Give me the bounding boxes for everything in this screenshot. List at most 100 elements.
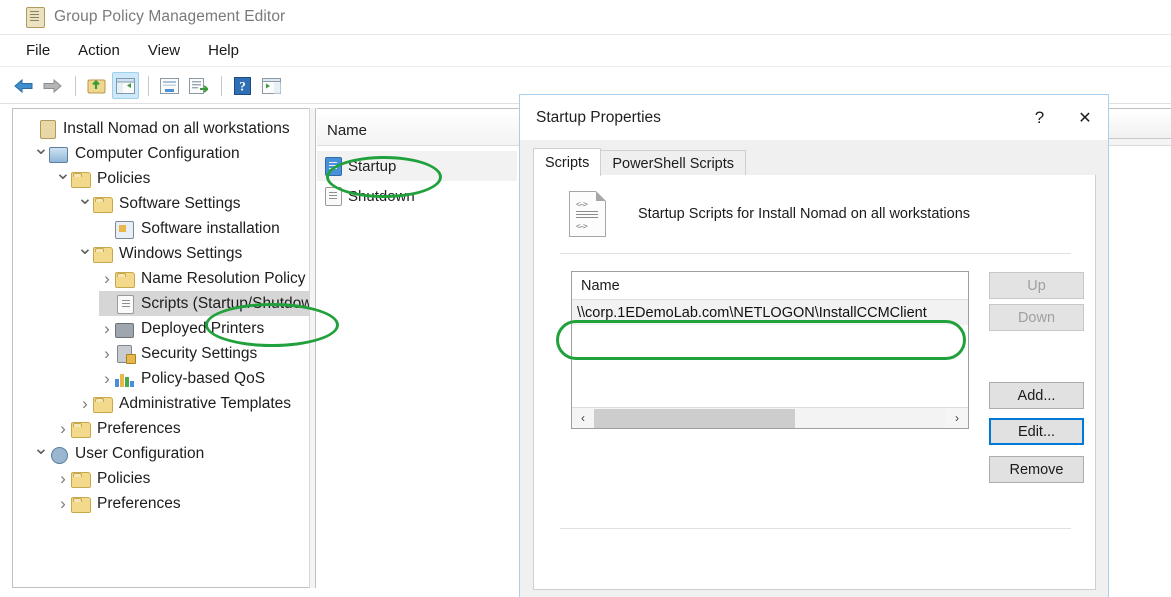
tree-item-software-installation[interactable]: Software installation	[99, 216, 280, 241]
dialog-header-text: Startup Scripts for Install Nomad on all…	[638, 206, 971, 222]
tree-item-software-settings[interactable]: Software Settings	[77, 191, 240, 216]
bar-chart-icon	[115, 370, 136, 388]
tree-item-label: Computer Configuration	[75, 144, 240, 162]
scroll-right-icon[interactable]: ›	[946, 411, 968, 425]
tree-item-policies-user[interactable]: Policies	[55, 466, 150, 491]
background-list-header-strip	[1109, 114, 1171, 139]
menu-help[interactable]: Help	[208, 42, 239, 59]
dialog-header-area: <--> <--> Startup Scripts for Install No…	[534, 175, 1095, 252]
script-lines-glyph	[576, 211, 598, 212]
computer-icon	[49, 145, 70, 163]
console-tree-pane[interactable]: Install Nomad on all workstations Comput…	[12, 108, 315, 588]
up-one-level-icon[interactable]	[83, 72, 110, 99]
header-divider	[560, 253, 1071, 254]
button-label: Add...	[1017, 387, 1056, 404]
chevron-right-icon[interactable]	[99, 269, 115, 289]
folder-icon	[93, 195, 114, 213]
scroll-left-icon[interactable]: ‹	[572, 411, 594, 425]
list-column-name[interactable]: Name	[317, 122, 367, 139]
tab-label: Scripts	[545, 154, 590, 171]
chevron-right-icon[interactable]	[99, 319, 115, 339]
script-document-icon: <--> <-->	[569, 191, 606, 237]
scrollbar-track[interactable]	[594, 408, 946, 428]
scripts-listbox[interactable]: Name \\corp.1EDemoLab.com\NETLOGON\Insta…	[571, 271, 969, 429]
policy-scroll-icon	[26, 6, 45, 28]
tree-item-windows-settings[interactable]: Windows Settings	[77, 241, 242, 266]
chevron-right-icon[interactable]	[55, 419, 71, 439]
chevron-right-icon[interactable]	[55, 494, 71, 514]
export-list-icon[interactable]	[185, 72, 212, 99]
up-button[interactable]: Up	[989, 272, 1084, 299]
scripts-icon	[115, 294, 136, 314]
chevron-down-icon[interactable]	[55, 167, 71, 190]
dialog-titlebar-buttons: ? ✕	[1017, 95, 1108, 140]
down-button[interactable]: Down	[989, 304, 1084, 331]
shutdown-script-icon	[325, 186, 342, 206]
tree-item-label: Deployed Printers	[141, 319, 265, 337]
folder-icon	[71, 170, 92, 188]
screenshot-root: Group Policy Management Editor File Acti…	[0, 0, 1171, 597]
tree-item-label: Policy-based QoS	[141, 369, 266, 387]
tree-item-user-configuration[interactable]: User Configuration	[33, 441, 204, 466]
remove-button[interactable]: Remove	[989, 456, 1084, 483]
tree-item-label: Preferences	[97, 419, 181, 437]
list-item-startup[interactable]: Startup	[317, 151, 517, 181]
tree-item-preferences-computer[interactable]: Preferences	[55, 416, 181, 441]
help-icon[interactable]: ?	[229, 72, 256, 99]
tree-item-install-nomad-on-all-workstations[interactable]: Install Nomad on all workstations	[21, 116, 290, 141]
tree-item-scripts-startup-shutdown[interactable]: Scripts (Startup/Shutdown)	[99, 291, 315, 316]
button-label: Remove	[1009, 461, 1064, 478]
tree-item-administrative-templates[interactable]: Administrative Templates	[77, 391, 291, 416]
chevron-down-icon[interactable]	[33, 142, 49, 165]
chevron-right-icon[interactable]	[99, 369, 115, 389]
close-icon[interactable]: ✕	[1062, 95, 1108, 140]
chevron-down-icon[interactable]	[77, 242, 93, 265]
startup-properties-dialog: Startup Properties ? ✕ Scripts PowerShel…	[519, 94, 1109, 597]
script-path-text: \\corp.1EDemoLab.com\NETLOGON\InstallCCM…	[577, 304, 927, 321]
show-hide-action-pane-icon[interactable]	[258, 72, 285, 99]
menu-action[interactable]: Action	[78, 42, 120, 59]
tree-pane-splitter[interactable]	[309, 108, 316, 588]
tree-item-name-resolution-policy[interactable]: Name Resolution Policy	[99, 266, 306, 291]
help-icon[interactable]: ?	[1017, 95, 1062, 140]
security-lock-icon	[115, 344, 136, 364]
folder-icon	[93, 395, 114, 413]
chevron-down-icon[interactable]	[33, 442, 49, 465]
show-hide-console-tree-icon[interactable]	[112, 72, 139, 99]
tree-item-label: Administrative Templates	[119, 394, 292, 412]
listbox-item-script-path[interactable]: \\corp.1EDemoLab.com\NETLOGON\InstallCCM…	[572, 300, 968, 325]
listbox-horizontal-scrollbar[interactable]: ‹ ›	[572, 407, 968, 428]
tree-item-preferences-user[interactable]: Preferences	[55, 491, 181, 516]
startup-script-icon	[325, 156, 342, 176]
printer-icon	[115, 320, 136, 338]
svg-text:?: ?	[239, 78, 246, 93]
tree-item-policy-based-qos[interactable]: Policy-based QoS	[99, 366, 265, 391]
tab-scripts[interactable]: Scripts	[533, 148, 602, 176]
software-installation-icon	[115, 220, 136, 239]
tree-item-label: Windows Settings	[119, 244, 243, 262]
forward-icon[interactable]	[39, 72, 66, 99]
policy-scroll-icon	[37, 119, 58, 139]
folder-icon	[93, 245, 114, 263]
toolbar-separator	[148, 75, 149, 96]
menu-file[interactable]: File	[26, 42, 50, 59]
tree-item-deployed-printers[interactable]: Deployed Printers	[99, 316, 264, 341]
properties-icon[interactable]	[156, 72, 183, 99]
chevron-right-icon[interactable]	[99, 344, 115, 364]
edit-button[interactable]: Edit...	[989, 418, 1084, 445]
scrollbar-thumb[interactable]	[594, 408, 795, 428]
tree-item-policies-computer[interactable]: Policies	[55, 166, 150, 191]
menu-view[interactable]: View	[148, 42, 180, 59]
chevron-right-icon[interactable]	[55, 469, 71, 489]
folder-icon	[115, 270, 136, 288]
tree-item-security-settings[interactable]: Security Settings	[99, 341, 257, 366]
scripts-tab-panel: <--> <--> Startup Scripts for Install No…	[533, 175, 1096, 590]
list-item-shutdown[interactable]: Shutdown	[317, 181, 415, 211]
back-icon[interactable]	[10, 72, 37, 99]
chevron-right-icon[interactable]	[77, 394, 93, 414]
tree-item-label: Software installation	[141, 219, 280, 237]
chevron-down-icon[interactable]	[77, 192, 93, 215]
add-button[interactable]: Add...	[989, 382, 1084, 409]
tab-powershell-scripts[interactable]: PowerShell Scripts	[600, 150, 747, 176]
listbox-column-name[interactable]: Name	[572, 278, 620, 294]
